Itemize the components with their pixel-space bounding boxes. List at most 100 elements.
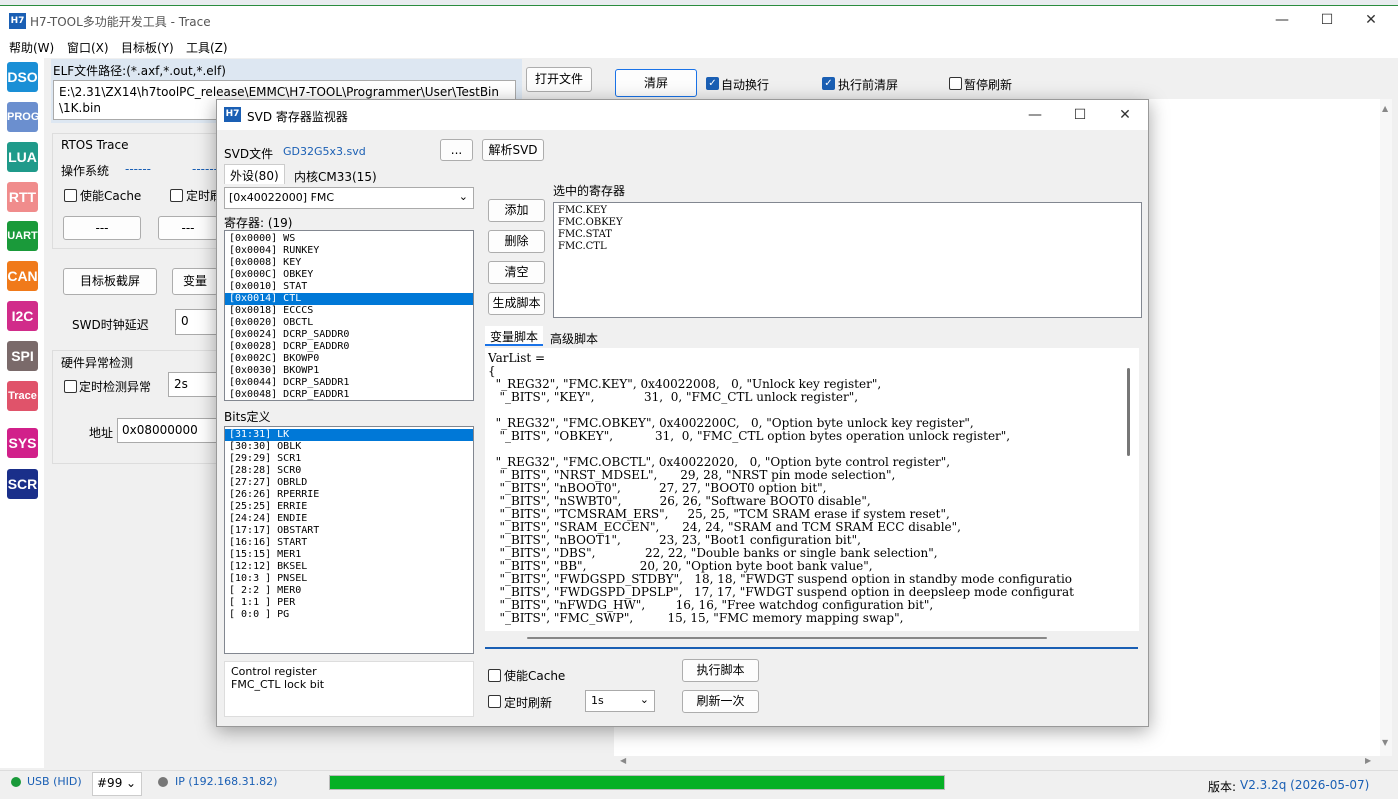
svd-minimize-icon[interactable]: — [1027,107,1043,123]
menu-help[interactable]: 帮助(W) [9,39,54,56]
scroll-down-icon[interactable]: ▼ [1382,738,1388,747]
tab-adv-script[interactable]: 高级脚本 [545,328,604,349]
execute-script-button[interactable]: 执行脚本 [682,659,759,682]
hw-check[interactable] [64,380,77,393]
auto-wrap-checkbox[interactable]: ✓ [706,77,719,90]
generate-script-button[interactable]: 生成脚本 [488,292,545,315]
list-item[interactable]: [16:16] START [225,537,473,549]
sidebar-rtt-button[interactable]: RTT [7,182,38,212]
rtos-timer-checkbox[interactable] [170,189,183,202]
script-editor[interactable]: VarList = { "_REG32", "FMC.KEY", 0x40022… [485,348,1139,631]
list-item[interactable]: FMC.STAT [554,229,1141,241]
svd-cache-checkbox[interactable] [488,669,501,682]
list-item[interactable]: [0x0008] KEY [225,257,473,269]
var-button[interactable]: 变量 [172,268,218,295]
scroll-up-icon[interactable]: ▲ [1382,104,1388,113]
list-item[interactable]: [0x0004] RUNKEY [225,245,473,257]
list-item[interactable]: [27:27] OBRLD [225,477,473,489]
sidebar-sys-button[interactable]: SYS [7,428,38,458]
list-item[interactable]: [0x0048] DCRP_EADDR1 [225,389,473,400]
delete-button[interactable]: 删除 [488,230,545,253]
list-item[interactable]: [25:25] ERRIE [225,501,473,513]
list-item[interactable]: [ 2:2 ] MER0 [225,585,473,597]
hw-interval-select[interactable]: 2s [168,372,218,397]
clear-button[interactable]: 清空 [488,261,545,284]
open-file-button[interactable]: 打开文件 [526,67,592,92]
script-vscroll-thumb[interactable] [1127,368,1130,456]
pause-checkbox[interactable] [949,77,962,90]
sidebar-uart-button[interactable]: UART [7,221,38,251]
sidebar-spi-button[interactable]: SPI [7,341,38,371]
script-hscroll-thumb[interactable] [527,637,1047,639]
list-item[interactable]: [0x0030] BKOWP1 [225,365,473,377]
list-item[interactable]: FMC.KEY [554,205,1141,217]
list-item[interactable]: [0x0010] STAT [225,281,473,293]
selected-registers-list[interactable]: FMC.KEY FMC.OBKEY FMC.STAT FMC.CTL [553,202,1142,318]
sidebar-i2c-button[interactable]: I2C [7,301,38,331]
list-item[interactable]: [0x0024] DCRP_SADDR0 [225,329,473,341]
svd-parse-button[interactable]: 解析SVD [482,139,544,161]
refresh-once-button[interactable]: 刷新一次 [682,690,759,713]
menu-target[interactable]: 目标板(Y) [121,39,174,56]
list-item[interactable]: [24:24] ENDIE [225,513,473,525]
clear-before-checkbox[interactable]: ✓ [822,77,835,90]
tab-var-script[interactable]: 变量脚本 [485,326,544,346]
script-vscroll[interactable] [1125,350,1137,630]
rtos-cache-checkbox[interactable] [64,189,77,202]
list-item[interactable]: [ 1:1 ] PER [225,597,473,609]
list-item[interactable]: [0x0028] DCRP_EADDR0 [225,341,473,353]
sidebar-can-button[interactable]: CAN [7,261,38,291]
tab-core[interactable]: 内核CM33(15) [289,166,382,187]
list-item[interactable]: [ 0:0 ] PG [225,609,473,621]
addr-input[interactable]: 0x08000000 [117,418,218,443]
list-item[interactable]: [0x0044] DCRP_SADDR1 [225,377,473,389]
target-screenshot-button[interactable]: 目标板截屏 [63,268,157,295]
sidebar-scr-button[interactable]: SCR [7,469,38,499]
list-item[interactable]: [0x0000] WS [225,233,473,245]
sidebar-lua-button[interactable]: LUA [7,142,38,172]
svd-browse-button[interactable]: ... [440,139,473,161]
list-item[interactable]: [29:29] SCR1 [225,453,473,465]
register-list[interactable]: [0x0000] WS [0x0004] RUNKEY [0x0008] KEY [0… [224,230,474,401]
svd-interval-select[interactable]: 1s ⌄ [585,690,655,712]
device-select[interactable]: #99 ⌄ [92,772,142,796]
scroll-right-icon[interactable]: ▶ [1365,756,1371,765]
list-item[interactable]: FMC.OBKEY [554,217,1141,229]
list-item[interactable]: [0x002C] BKOWP0 [225,353,473,365]
ip-status: IP (192.168.31.82) [175,775,278,788]
list-item[interactable]: [28:28] SCR0 [225,465,473,477]
clear-screen-button[interactable]: 清屏 [615,69,697,97]
sidebar-dso-button[interactable]: DSO [7,62,38,92]
peripheral-select[interactable]: [0x40022000] FMC ⌄ [224,187,474,209]
rtos-btn1[interactable]: --- [63,216,141,240]
list-item[interactable]: [26:26] RPERRIE [225,489,473,501]
bits-list[interactable]: [31:31] LK [30:30] OBLK [29:29] SCR1 [28:28… [224,426,474,654]
list-item[interactable]: [0x000C] OBKEY [225,269,473,281]
list-item[interactable]: [0x0020] OBCTL [225,317,473,329]
maximize-icon[interactable]: ☐ [1319,12,1335,28]
svd-timer-checkbox[interactable] [488,695,501,708]
rtos-btn2[interactable]: --- [158,216,218,240]
list-item[interactable]: [0x0018] ECCCS [225,305,473,317]
list-item[interactable]: FMC.CTL [554,241,1141,253]
close-icon[interactable]: ✕ [1363,12,1379,28]
sidebar-trace-button[interactable]: Trace [7,381,38,411]
list-item[interactable]: [17:17] OBSTART [225,525,473,537]
add-button[interactable]: 添加 [488,199,545,222]
list-item[interactable]: [15:15] MER1 [225,549,473,561]
list-item[interactable]: [31:31] LK [225,429,473,441]
menu-tools[interactable]: 工具(Z) [186,39,228,56]
minimize-icon[interactable]: — [1274,12,1290,28]
output-scrollbar[interactable] [1380,99,1392,756]
svd-maximize-icon[interactable]: ☐ [1072,107,1088,123]
swd-input[interactable]: 0 [175,309,219,335]
list-item[interactable]: [0x0014] CTL [225,293,473,305]
menu-window[interactable]: 窗口(X) [67,39,109,56]
list-item[interactable]: [12:12] BKSEL [225,561,473,573]
scroll-left-icon[interactable]: ◀ [620,756,626,765]
list-item[interactable]: [10:3 ] PNSEL [225,573,473,585]
svd-close-icon[interactable]: ✕ [1117,107,1133,123]
list-item[interactable]: [30:30] OBLK [225,441,473,453]
sidebar-prog-button[interactable]: PROG [7,102,39,132]
tab-peripheral[interactable]: 外设(80) [224,164,285,184]
